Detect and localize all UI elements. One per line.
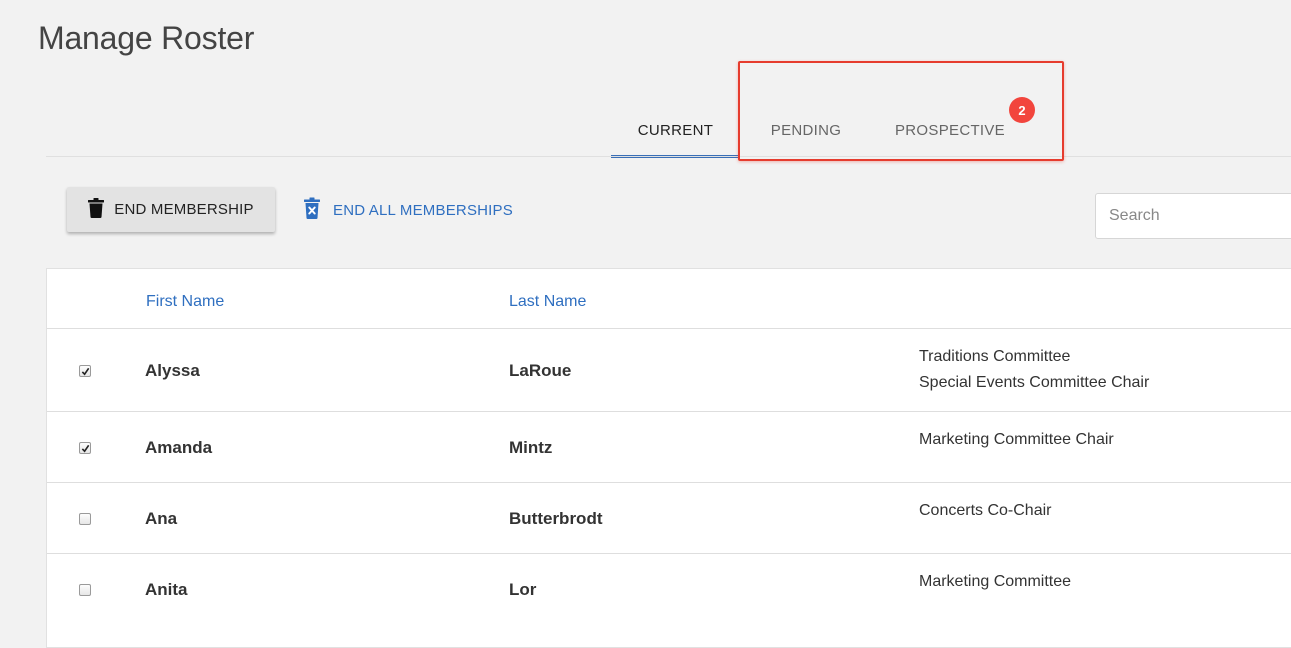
role-text: Special Events Committee Chair — [919, 374, 1150, 391]
roles-cell: Concerts Co-Chair — [919, 498, 1051, 524]
highlight-annotation-box — [738, 61, 1064, 161]
trash-x-icon — [303, 197, 321, 223]
roles-cell: Marketing Committee Chair — [919, 427, 1114, 453]
role-text: Concerts Co-Chair — [919, 502, 1052, 519]
end-all-memberships-button[interactable]: END ALL MEMBERSHIPS — [303, 197, 513, 223]
table-row[interactable]: Alyssa LaRoue Traditions Committee Speci… — [47, 328, 1291, 412]
role-text: Marketing Committee — [919, 573, 1072, 590]
last-name-cell: LaRoue — [509, 361, 572, 380]
first-name-cell: Ana — [145, 509, 178, 528]
tabs-divider — [46, 156, 1291, 157]
table-row[interactable]: Amanda Mintz Marketing Committee Chair — [47, 411, 1291, 483]
last-name-cell: Lor — [509, 580, 537, 599]
header-first-name[interactable]: First Name — [146, 293, 224, 311]
end-membership-button[interactable]: END MEMBERSHIP — [67, 187, 275, 232]
end-membership-label: END MEMBERSHIP — [114, 201, 254, 218]
trash-icon — [88, 197, 105, 222]
page-title: Manage Roster — [38, 20, 255, 56]
roles-cell: Traditions Committee Special Events Comm… — [919, 344, 1149, 396]
last-name-cell: Mintz — [509, 438, 553, 457]
table-row[interactable]: Ana Butterbrodt Concerts Co-Chair — [47, 482, 1291, 554]
table-row[interactable]: Anita Lor Marketing Committee — [47, 553, 1291, 625]
search-input[interactable] — [1095, 193, 1291, 239]
row-checkbox[interactable] — [79, 442, 91, 454]
tab-current[interactable]: CURRENT — [611, 104, 740, 158]
first-name-cell: Anita — [145, 580, 188, 599]
row-checkbox[interactable] — [79, 513, 91, 525]
end-all-memberships-label: END ALL MEMBERSHIPS — [333, 201, 513, 219]
first-name-cell: Amanda — [145, 438, 213, 457]
roster-table: First Name Last Name Alyssa LaRoue Tradi… — [46, 268, 1291, 648]
first-name-cell: Alyssa — [145, 361, 200, 380]
roles-cell: Marketing Committee — [919, 569, 1071, 595]
header-last-name[interactable]: Last Name — [509, 293, 586, 311]
role-text: Marketing Committee Chair — [919, 431, 1114, 448]
role-text: Traditions Committee — [919, 348, 1071, 365]
row-checkbox[interactable] — [79, 365, 91, 377]
row-checkbox[interactable] — [79, 584, 91, 596]
last-name-cell: Butterbrodt — [509, 509, 603, 528]
